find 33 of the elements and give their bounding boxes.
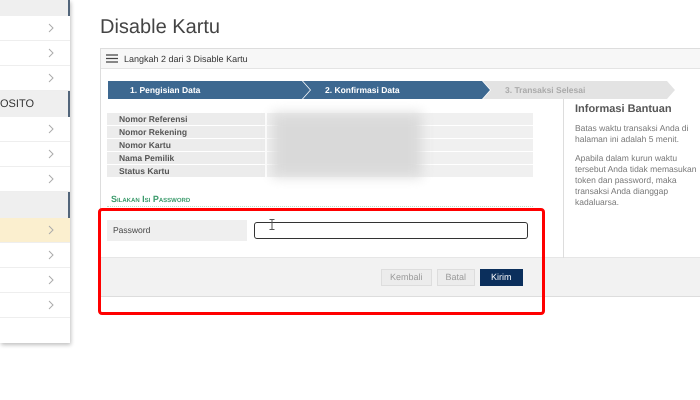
submit-button[interactable]: Kirim xyxy=(480,268,523,286)
help-text: Apabila dalam kurun waktu tersebut Anda tidak memasukan token dan password, maka transaksi Anda dianggap kadaluarsa. xyxy=(575,153,697,208)
chevron-right-icon xyxy=(48,300,54,310)
chevron-right-icon xyxy=(48,23,54,33)
secondary-button[interactable]: Batal xyxy=(436,268,476,286)
chevron-right-icon xyxy=(48,174,54,184)
detail-label: Nomor Referensi xyxy=(107,113,265,125)
step: 3. Transaksi Selesai xyxy=(483,81,675,99)
help-text: Batas waktu transaksi Anda di halaman ini adalah 5 menit. xyxy=(575,123,690,145)
help-title: Informasi Bantuan xyxy=(575,103,673,115)
detail-label: Nomor Kartu xyxy=(107,139,265,151)
panel-title: Langkah 2 dari 3 Disable Kartu xyxy=(124,54,248,64)
detail-label: Status Kartu xyxy=(107,165,265,177)
sidebar-header-label: OSITO xyxy=(0,98,34,110)
chevron-right-icon xyxy=(48,149,54,159)
page-title: Disable Kartu xyxy=(100,15,222,40)
step: 1. Pengisian Data xyxy=(108,81,310,99)
sidebar-item[interactable] xyxy=(0,218,70,243)
detail-label: Nama Pemilik xyxy=(107,152,265,164)
step: 2. Konfirmasi Data xyxy=(303,81,490,99)
chevron-right-icon xyxy=(48,250,54,260)
chevron-right-icon xyxy=(48,124,54,134)
menu-icon xyxy=(106,54,118,63)
text-cursor-icon xyxy=(269,219,275,230)
detail-label: Nomor Rekening xyxy=(107,126,265,138)
chevron-right-icon xyxy=(48,225,54,235)
password-field[interactable] xyxy=(254,222,528,238)
chevron-right-icon xyxy=(48,275,54,285)
secondary-button[interactable]: Kembali xyxy=(381,268,432,286)
chevron-right-icon xyxy=(48,73,54,83)
field-label: Password xyxy=(107,220,247,240)
section-title: Silakan Isi Password xyxy=(107,194,533,207)
chevron-right-icon xyxy=(48,48,54,58)
